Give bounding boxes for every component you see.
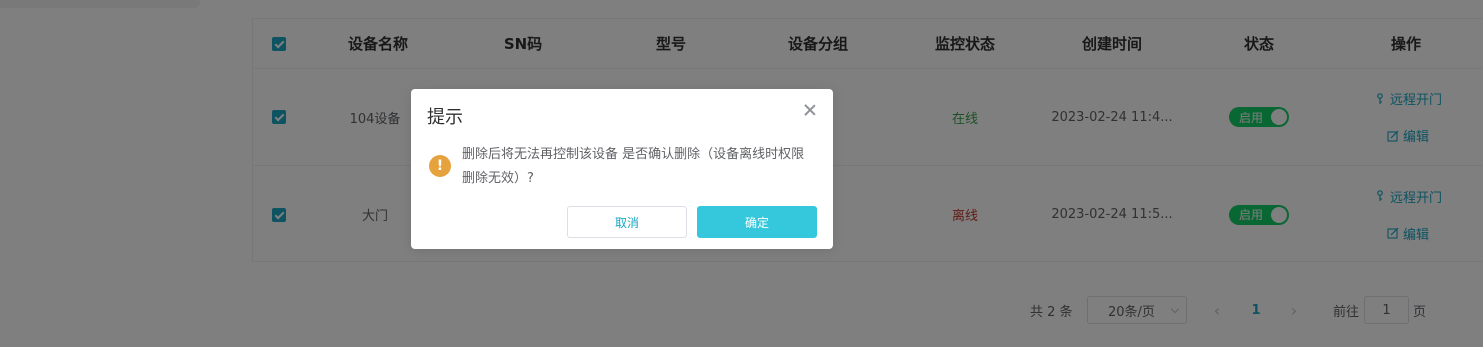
cancel-button[interactable]: 取消 (567, 206, 687, 238)
warning-icon: ! (429, 155, 451, 177)
close-icon[interactable] (803, 103, 817, 117)
dialog-title: 提示 (427, 107, 463, 128)
dialog-message: 删除后将无法再控制该设备 是否确认删除（设备离线时权限删除无效）? (462, 147, 805, 186)
confirm-dialog: 提示 ! 删除后将无法再控制该设备 是否确认删除（设备离线时权限删除无效）? 取… (411, 89, 833, 249)
confirm-button[interactable]: 确定 (697, 206, 817, 238)
